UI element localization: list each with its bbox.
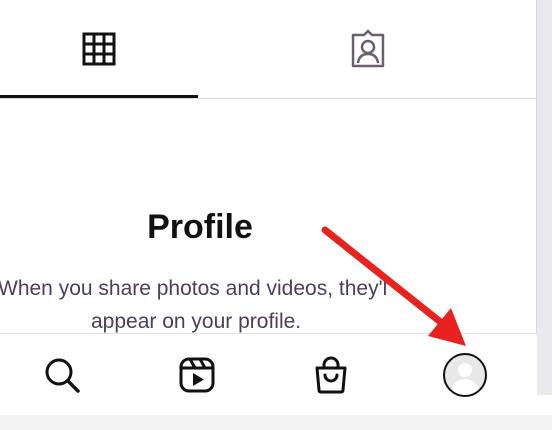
profile-tabs <box>0 0 537 100</box>
avatar-head <box>458 363 472 377</box>
profile-avatar-icon <box>443 353 487 397</box>
nav-reels-button[interactable] <box>167 345 227 405</box>
nav-search-button[interactable] <box>32 345 92 405</box>
divider <box>0 333 537 334</box>
divider <box>0 98 537 99</box>
reels-icon <box>179 357 215 393</box>
nav-shop-button[interactable] <box>301 345 361 405</box>
bottom-navigation <box>0 335 537 415</box>
tab-posts-grid[interactable] <box>0 0 198 98</box>
search-icon <box>45 358 80 393</box>
nav-profile-button[interactable] <box>435 345 495 405</box>
tagged-person-icon <box>351 29 384 68</box>
shop-bag-icon <box>315 356 347 394</box>
tab-tagged[interactable] <box>198 0 537 98</box>
scrollbar[interactable] <box>536 0 552 395</box>
system-bar <box>0 415 552 430</box>
empty-state-title: Profile <box>147 208 253 246</box>
empty-state-text-line2: appear on your profile. <box>91 310 302 333</box>
grid-icon <box>82 32 116 66</box>
avatar-body <box>451 379 479 395</box>
empty-state-text-line1: When you share photos and videos, they'l <box>0 277 388 300</box>
